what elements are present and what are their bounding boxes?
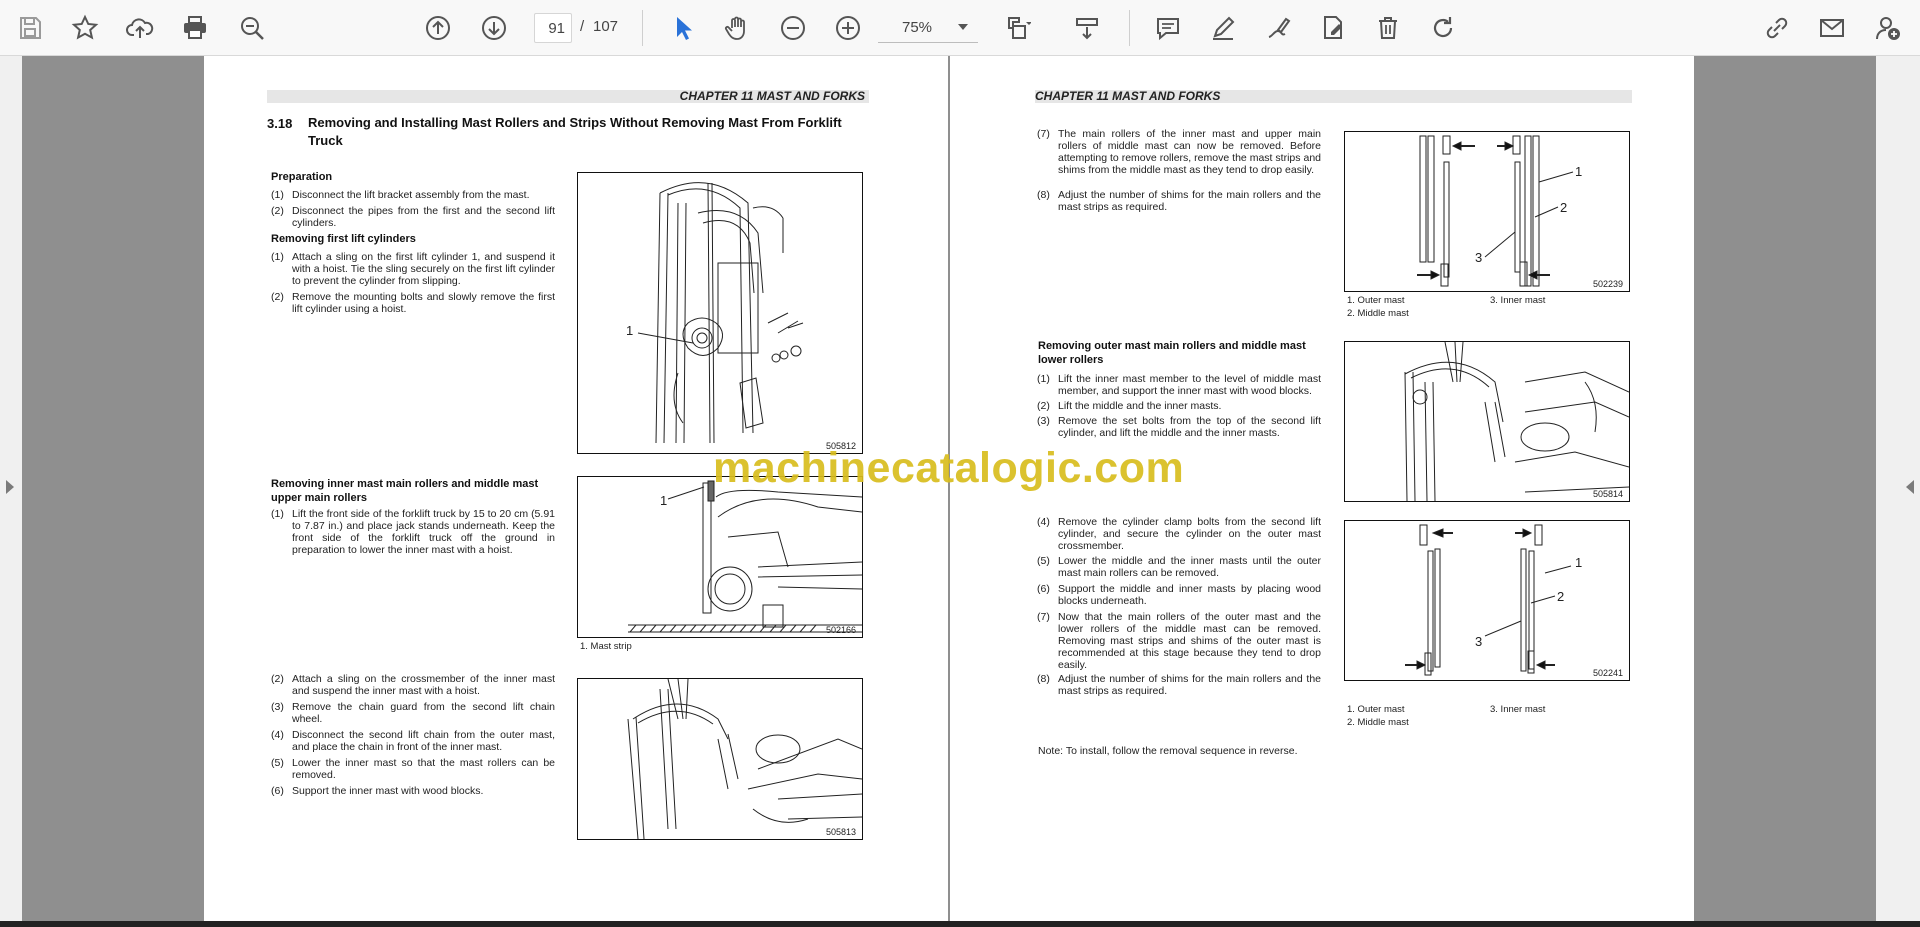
figure-caption: 1. Outer mast: [1347, 704, 1405, 715]
page-number-input[interactable]: 91: [534, 13, 572, 43]
figure-caption: 3. Inner mast: [1490, 295, 1546, 306]
scroll-mode-icon[interactable]: [1067, 8, 1107, 48]
first-lift-heading: Removing first lift cylinders: [271, 233, 416, 245]
next-page-icon[interactable]: [474, 8, 514, 48]
edit-document-icon[interactable]: [1313, 8, 1353, 48]
toolbar-divider: [1129, 10, 1130, 46]
list-item: (8) Adjust the number of shims for the m…: [1037, 673, 1321, 697]
list-item: (4) Disconnect the second lift chain fro…: [271, 729, 555, 753]
list-item: (1) Attach a sling on the first lift cyl…: [271, 251, 555, 287]
zoom-out-icon[interactable]: [773, 8, 813, 48]
list-item: (6) Support the inner mast with wood blo…: [271, 785, 484, 797]
figure-caption: 3. Inner mast: [1490, 704, 1546, 715]
save-icon[interactable]: [10, 8, 50, 48]
list-item: (3) Remove the set bolts from the top of…: [1037, 415, 1321, 439]
chevron-down-icon[interactable]: [958, 24, 968, 30]
list-item: (7) The main rollers of the inner mast a…: [1037, 128, 1321, 176]
add-user-icon[interactable]: [1868, 8, 1908, 48]
chapter-header: CHAPTER 11 MAST AND FORKS: [267, 90, 869, 103]
toolbar-divider: [642, 10, 643, 46]
figure-caption: 1. Outer mast: [1347, 295, 1405, 306]
print-icon[interactable]: [175, 8, 215, 48]
highlight-pen-icon[interactable]: [1203, 8, 1243, 48]
figure-id: 502241: [1592, 668, 1623, 678]
callout-number: 3: [1475, 250, 1482, 265]
section-title: Removing and Installing Mast Rollers and…: [308, 115, 842, 148]
select-cursor-icon[interactable]: [663, 8, 703, 48]
list-item: (2) Remove the mounting bolts and slowly…: [271, 291, 555, 315]
callout-number: 2: [1560, 200, 1567, 215]
page-separator: /: [580, 18, 585, 35]
figure-lift-cylinder: 1 505812: [577, 172, 863, 454]
list-item: (1) Lift the inner mast member to the le…: [1037, 373, 1321, 397]
page-total: 107: [593, 18, 619, 35]
previous-page-icon[interactable]: [418, 8, 458, 48]
figure-id: 502166: [825, 625, 856, 635]
chapter-header: CHAPTER 11 MAST AND FORKS: [1035, 90, 1632, 103]
install-note: Note: To install, follow the removal seq…: [1038, 745, 1298, 757]
figure-mast-strip: 1 502166: [577, 476, 863, 638]
share-link-icon[interactable]: [1757, 8, 1797, 48]
figure-id: 505813: [825, 827, 856, 837]
list-item: (6) Support the middle and inner masts b…: [1037, 583, 1321, 607]
list-item: (5) Lower the inner mast so that the mas…: [271, 757, 555, 781]
zoom-in-icon[interactable]: [828, 8, 868, 48]
list-item: (2) Disconnect the pipes from the first …: [271, 205, 555, 229]
list-item: (8) Adjust the number of shims for the m…: [1037, 189, 1321, 213]
expand-left-panel-icon[interactable]: [6, 480, 14, 494]
page-fit-icon[interactable]: [997, 8, 1037, 48]
figure-mast-rollers-diagram: 1 2 3 502239: [1344, 131, 1630, 292]
list-item: (1) Disconnect the lift bracket assembly…: [271, 189, 530, 201]
toolbar: 91 / 107 75%: [0, 0, 1920, 56]
watermark: machinecatalogic.com: [713, 444, 1185, 492]
figure-inner-mast-hoist: 505813: [577, 678, 863, 840]
zoom-search-icon[interactable]: [232, 8, 272, 48]
bookmark-star-icon[interactable]: [65, 8, 105, 48]
outer-mast-heading: Removing outer mast main rollers and mid…: [1038, 340, 1306, 366]
figure-id: 505814: [1592, 489, 1623, 499]
list-item: (5) Lower the middle and the inner masts…: [1037, 555, 1321, 579]
figure-caption: 1. Mast strip: [580, 641, 632, 652]
figure-id: 502239: [1592, 279, 1623, 289]
preparation-heading: Preparation: [271, 171, 333, 183]
list-item: (7) Now that the main rollers of the out…: [1037, 611, 1321, 671]
inner-mast-heading: Removing inner mast main rollers and mid…: [271, 478, 539, 504]
list-item: (1) Lift the front side of the forklift …: [271, 508, 555, 556]
list-item: (4) Remove the cylinder clamp bolts from…: [1037, 516, 1321, 552]
figure-outer-mast-rollers-diagram: 1 2 3 502241: [1344, 520, 1630, 681]
figure-caption: 2. Middle mast: [1347, 717, 1409, 728]
callout-number: 1: [660, 493, 667, 508]
expand-right-panel-icon[interactable]: [1906, 480, 1914, 494]
figure-outer-mast-hoist: 505814: [1344, 341, 1630, 502]
callout-number: 1: [1575, 164, 1582, 179]
comment-icon[interactable]: [1148, 8, 1188, 48]
bottom-bar: [0, 921, 1920, 927]
figure-caption: 2. Middle mast: [1347, 308, 1409, 319]
redo-icon[interactable]: [1423, 8, 1463, 48]
list-item: (3) Remove the chain guard from the seco…: [271, 701, 555, 725]
callout-number: 2: [1557, 589, 1564, 604]
delete-trash-icon[interactable]: [1368, 8, 1408, 48]
callout-number: 3: [1475, 634, 1482, 649]
callout-number: 1: [626, 323, 633, 338]
hand-tool-icon[interactable]: [718, 8, 758, 48]
section-number: 3.18: [267, 116, 293, 131]
draw-sign-icon[interactable]: [1258, 8, 1298, 48]
email-icon[interactable]: [1812, 8, 1852, 48]
list-item: (2) Lift the middle and the inner masts.: [1037, 400, 1222, 412]
upload-cloud-icon[interactable]: [120, 8, 160, 48]
callout-number: 1: [1575, 555, 1582, 570]
list-item: (2) Attach a sling on the crossmember of…: [271, 673, 555, 697]
